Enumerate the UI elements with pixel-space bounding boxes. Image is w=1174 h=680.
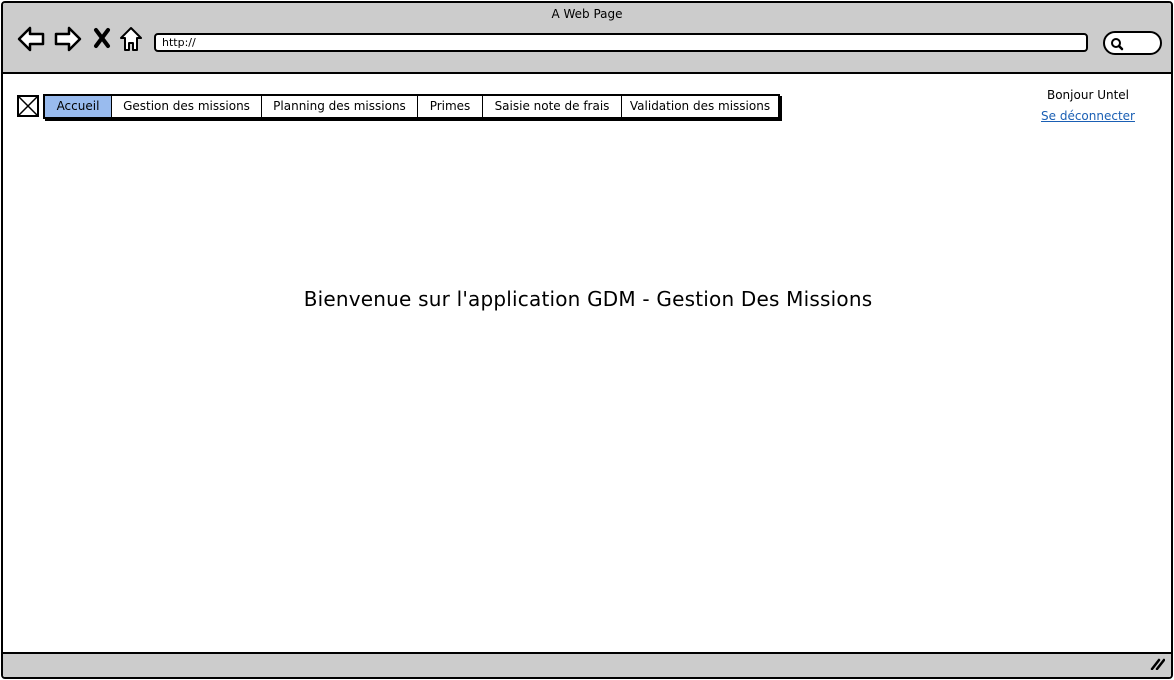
resize-grip-icon[interactable]: [1149, 655, 1166, 674]
window-title: A Web Page: [551, 7, 623, 21]
main-tab-bar: Accueil Gestion des missions Planning de…: [43, 94, 780, 119]
status-bar: [3, 652, 1171, 677]
user-greeting: Bonjour Untel: [1046, 88, 1130, 102]
url-input[interactable]: http://: [154, 33, 1088, 52]
image-placeholder-icon: [17, 95, 39, 117]
browser-toolbar: A Web Page http://: [3, 3, 1171, 74]
forward-icon[interactable]: [53, 25, 83, 53]
welcome-message: Bienvenue sur l'application GDM - Gestio…: [303, 287, 873, 311]
tab-primes[interactable]: Primes: [418, 96, 483, 117]
tab-accueil[interactable]: Accueil: [45, 96, 112, 117]
search-icon[interactable]: [1109, 36, 1125, 56]
logout-link[interactable]: Se déconnecter: [1003, 109, 1171, 123]
back-icon[interactable]: [16, 25, 46, 53]
tab-saisie-note-de-frais[interactable]: Saisie note de frais: [483, 96, 622, 117]
stop-icon[interactable]: [92, 25, 112, 53]
home-icon[interactable]: [118, 25, 144, 53]
search-input[interactable]: [1103, 31, 1162, 55]
tab-validation-des-missions[interactable]: Validation des missions: [622, 96, 778, 117]
browser-window: A Web Page http:// Accueil Gestion des m…: [1, 1, 1173, 679]
tab-gestion-des-missions[interactable]: Gestion des missions: [112, 96, 262, 117]
tab-planning-des-missions[interactable]: Planning des missions: [262, 96, 418, 117]
